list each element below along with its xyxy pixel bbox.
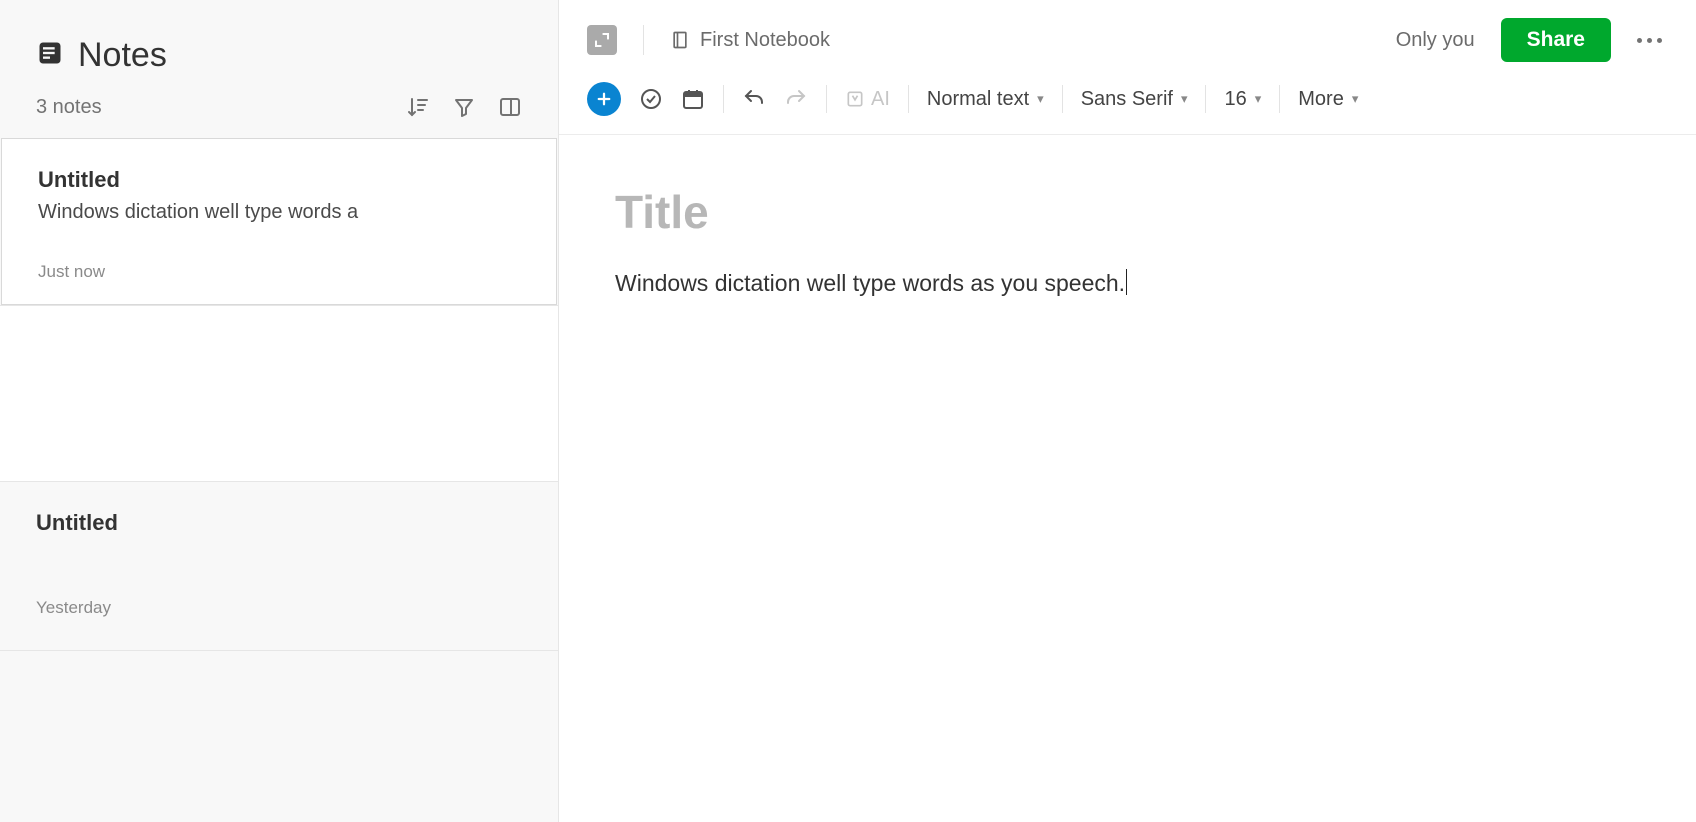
font-family-dropdown[interactable]: Sans Serif ▾ — [1081, 88, 1188, 111]
note-body-editor[interactable]: Windows dictation well type words as you… — [615, 267, 1646, 467]
editor-pane: First Notebook Only you Share AI — [559, 0, 1696, 822]
filter-icon[interactable] — [452, 95, 476, 119]
text-style-dropdown[interactable]: Normal text ▾ — [927, 88, 1044, 111]
divider — [1062, 85, 1063, 113]
more-format-dropdown[interactable]: More ▾ — [1298, 88, 1358, 111]
chevron-down-icon: ▾ — [1181, 91, 1188, 107]
sidebar-title: Notes — [78, 36, 167, 75]
ai-button[interactable]: AI — [845, 88, 890, 111]
chevron-down-icon: ▾ — [1352, 91, 1359, 107]
editor-area[interactable]: Windows dictation well type words as you… — [559, 135, 1696, 822]
insert-button[interactable] — [587, 82, 621, 116]
more-button[interactable] — [1637, 38, 1662, 43]
task-icon[interactable] — [639, 87, 663, 111]
note-item[interactable]: Untitled Windows dictation well type wor… — [1, 138, 557, 305]
calendar-icon[interactable] — [681, 87, 705, 111]
sidebar-tools — [406, 95, 522, 119]
divider — [1279, 85, 1280, 113]
chevron-down-icon: ▾ — [1037, 91, 1044, 107]
note-list[interactable]: Untitled Windows dictation well type wor… — [0, 137, 558, 822]
editor-toolbar: AI Normal text ▾ Sans Serif ▾ 16 ▾ More … — [559, 72, 1696, 135]
topbar: First Notebook Only you Share — [559, 0, 1696, 72]
notes-sidebar: Notes 3 notes Untitled Windows dictation… — [0, 0, 559, 822]
font-size-dropdown[interactable]: 16 ▾ — [1224, 88, 1261, 111]
redo-icon[interactable] — [784, 87, 808, 111]
sort-icon[interactable] — [406, 95, 430, 119]
text-cursor — [1126, 269, 1127, 295]
sharing-status[interactable]: Only you — [1396, 29, 1475, 52]
share-button[interactable]: Share — [1501, 18, 1611, 62]
note-body-text: Windows dictation well type words as you… — [615, 270, 1125, 296]
note-count: 3 notes — [36, 96, 102, 119]
sidebar-header: Notes — [0, 0, 558, 83]
divider — [643, 25, 644, 55]
divider — [723, 85, 724, 113]
notebook-name: First Notebook — [700, 29, 830, 52]
notes-icon — [36, 39, 64, 72]
note-item-preview: Windows dictation well type words a — [38, 201, 520, 224]
note-item[interactable]: Untitled Yesterday — [0, 481, 558, 650]
notebook-selector[interactable]: First Notebook — [670, 29, 830, 52]
empty-note-slot — [0, 305, 558, 481]
divider — [1205, 85, 1206, 113]
chevron-down-icon: ▾ — [1255, 91, 1262, 107]
columns-icon[interactable] — [498, 95, 522, 119]
note-item-time: Just now — [38, 262, 520, 282]
divider — [826, 85, 827, 113]
note-title-input[interactable] — [615, 185, 1646, 239]
ai-label: AI — [871, 88, 890, 111]
sidebar-subheader: 3 notes — [0, 83, 558, 137]
note-item-title: Untitled — [36, 510, 522, 536]
expand-button[interactable] — [587, 25, 617, 55]
note-item-time: Yesterday — [36, 598, 522, 618]
divider — [908, 85, 909, 113]
note-item-title: Untitled — [38, 167, 520, 193]
undo-icon[interactable] — [742, 87, 766, 111]
